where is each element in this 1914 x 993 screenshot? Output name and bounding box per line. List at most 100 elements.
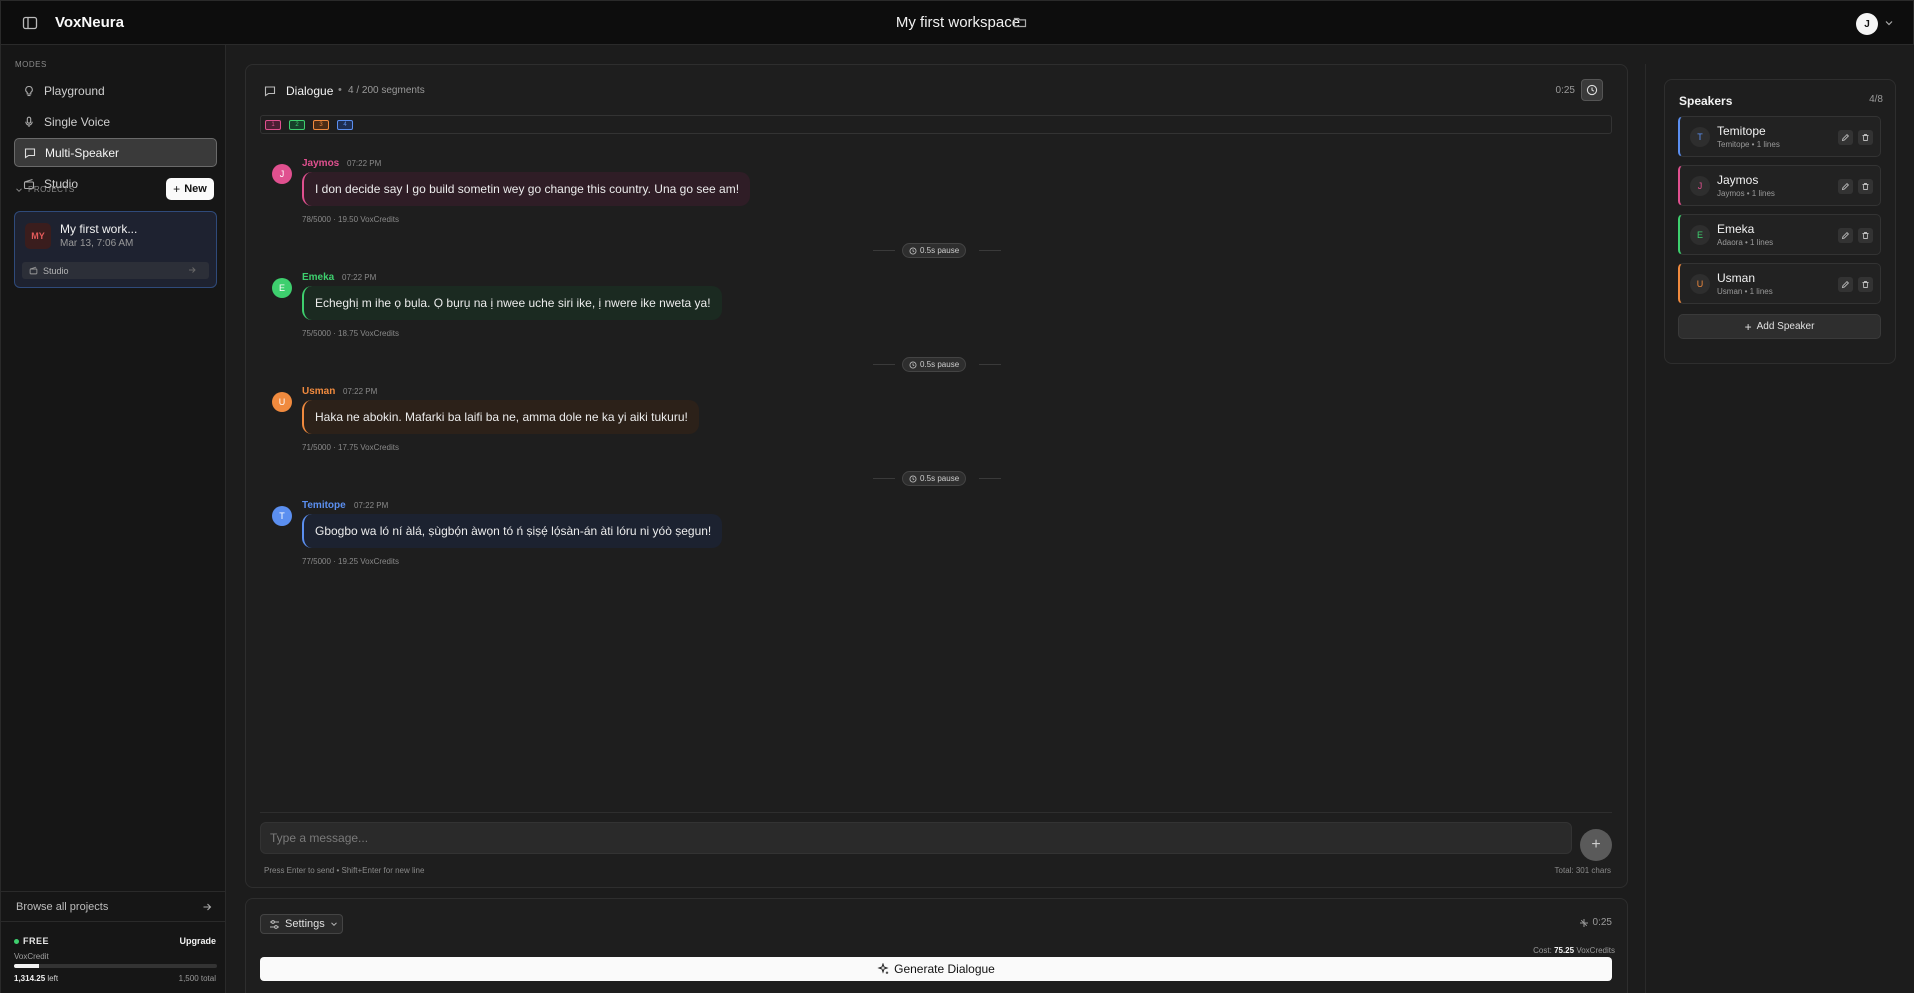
pause-marker[interactable]: 0.5s pause (873, 471, 1001, 486)
workspace-title: My first workspace (1, 14, 1914, 31)
sliders-icon (269, 919, 285, 930)
speaker-card[interactable]: U Usman Usman • 1 lines (1678, 263, 1881, 304)
speaker-card[interactable]: J Jaymos Jaymos • 1 lines (1678, 165, 1881, 206)
message-meta: 78/5000 · 19.50 VoxCredits (302, 215, 399, 224)
segment-count: 4 / 200 segments (348, 85, 425, 96)
message-meta: 71/5000 · 17.75 VoxCredits (302, 443, 399, 452)
credit-progress-fill (14, 964, 40, 968)
projects-label: PROJECTS (28, 185, 75, 194)
timeline-toggle-button[interactable] (1581, 79, 1603, 101)
message-meta: 75/5000 · 18.75 VoxCredits (302, 329, 399, 338)
mode-multi-speaker[interactable]: Multi-Speaker (14, 138, 217, 167)
pause-label: 0.5s pause (920, 246, 960, 255)
new-project-button[interactable]: + New (166, 178, 214, 200)
pause-marker[interactable]: 0.5s pause (873, 357, 1001, 372)
cost-prefix: Cost: (1533, 946, 1555, 955)
edit-speaker-button[interactable] (1838, 277, 1853, 292)
credits-left: 1,314.25 left (14, 974, 58, 983)
edit-speaker-button[interactable] (1838, 130, 1853, 145)
credit-progress-bar (14, 964, 217, 968)
pause-pill[interactable]: 0.5s pause (902, 243, 967, 258)
segment-chip-2[interactable]: 2 (289, 120, 305, 130)
add-speaker-label: Add Speaker (1756, 321, 1815, 332)
microphone-icon (23, 116, 44, 128)
total-chars: Total: 301 chars (1554, 866, 1611, 875)
mode-label: Playground (44, 83, 105, 98)
speaker-card[interactable]: T Temitope Temitope • 1 lines (1678, 116, 1881, 157)
pause-label: 0.5s pause (920, 474, 960, 483)
plan-panel: FREE Upgrade VoxCredit 1,314.25 left 1,5… (1, 921, 226, 993)
divider (873, 364, 895, 365)
delete-speaker-button[interactable] (1858, 130, 1873, 145)
projects-header[interactable]: PROJECTS (15, 185, 75, 194)
segment-chip-1[interactable]: 1 (265, 120, 281, 130)
sparkles-icon (877, 963, 894, 975)
divider (873, 478, 895, 479)
speakers-title: Speakers (1679, 94, 1733, 108)
add-speaker-button[interactable]: + Add Speaker (1678, 314, 1881, 339)
input-hint: Press Enter to send • Shift+Enter for ne… (264, 866, 425, 875)
speaker-avatar: U (1690, 274, 1710, 294)
brand-logo[interactable]: VoxNeura (55, 14, 124, 31)
speaker-name: Temitope (1717, 124, 1766, 138)
pause-marker[interactable]: 0.5s pause (873, 243, 1001, 258)
delete-speaker-button[interactable] (1858, 228, 1873, 243)
generate-dialogue-button[interactable]: Generate Dialogue (260, 957, 1612, 981)
arrow-right-icon (188, 266, 201, 274)
title-separator: • (338, 84, 342, 96)
trash-icon (1861, 231, 1870, 240)
segment-chip-3[interactable]: 3 (313, 120, 329, 130)
speaker-name: Temitope (302, 500, 346, 511)
chat-bubble-icon (24, 147, 45, 159)
settings-label: Settings (285, 918, 325, 930)
credits-total: 1,500 total (178, 974, 216, 983)
speaker-voice-info: Usman • 1 lines (1717, 287, 1773, 296)
message-bubble[interactable]: I don decide say I go build sometin wey … (302, 172, 751, 206)
workspace-title-text: My first workspace (895, 14, 1021, 31)
credits-left-value: 1,314.25 (14, 974, 46, 983)
delete-speaker-button[interactable] (1858, 277, 1873, 292)
project-date: Mar 13, 7:06 AM (60, 238, 134, 249)
browse-all-projects[interactable]: Browse all projects (1, 891, 226, 921)
pause-pill[interactable]: 0.5s pause (902, 471, 967, 486)
speaker-voice-info: Jaymos • 1 lines (1717, 189, 1775, 198)
sidebar: MODES Playground Single Voice Multi-Spea… (0, 45, 226, 993)
add-message-button[interactable]: + (1580, 829, 1612, 861)
segment-chip-4[interactable]: 4 (337, 120, 353, 130)
user-avatar[interactable]: J (1856, 13, 1878, 35)
pencil-icon (1841, 182, 1850, 191)
project-mode-tag[interactable]: Studio (22, 262, 209, 279)
segment-timeline[interactable]: 1 2 3 4 (260, 115, 1612, 134)
delete-speaker-button[interactable] (1858, 179, 1873, 194)
mode-single-voice[interactable]: Single Voice (14, 107, 217, 136)
message-bubble[interactable]: Haka ne abokin. Mafarki ba laifi ba ne, … (302, 400, 699, 434)
project-card[interactable]: MY My first work... Mar 13, 7:06 AM Stud… (14, 211, 217, 288)
settings-dropdown[interactable]: Settings (260, 914, 343, 934)
message-time: 07:22 PM (354, 501, 389, 510)
dialogue-panel: Dialogue • 4 / 200 segments 0:25 1 2 3 4… (245, 64, 1628, 888)
message-bubble[interactable]: Gbogbo wa ló ní àlá, ṣùgbọ́n àwọn tó ń ṣ… (302, 514, 723, 548)
trash-icon (1861, 133, 1870, 142)
speaker-name: Emeka (302, 272, 335, 283)
upgrade-link[interactable]: Upgrade (179, 936, 216, 946)
mode-playground[interactable]: Playground (14, 76, 217, 105)
plan-tier-label: FREE (23, 936, 50, 946)
pause-pill[interactable]: 0.5s pause (902, 357, 967, 372)
message-input[interactable] (260, 822, 1572, 854)
sidebar-toggle-icon[interactable] (22, 15, 38, 31)
edit-speaker-button[interactable] (1838, 179, 1853, 194)
edit-speaker-button[interactable] (1838, 228, 1853, 243)
chevron-down-icon (15, 186, 28, 194)
credit-label: VoxCredit (14, 952, 49, 961)
message-bubble[interactable]: Echeghị m ihe ọ bụla. Ọ bụrụ na ị nwee u… (302, 286, 722, 320)
chevron-down-icon[interactable] (1884, 18, 1894, 28)
pencil-icon (1841, 280, 1850, 289)
speaker-card[interactable]: E Emeka Adaora • 1 lines (1678, 214, 1881, 255)
speaker-avatar: T (272, 506, 292, 526)
speaker-avatar: J (272, 164, 292, 184)
speaker-avatar: U (272, 392, 292, 412)
divider (979, 364, 1001, 365)
new-button-label: New (184, 183, 207, 195)
folder-icon[interactable] (1013, 15, 1027, 29)
pencil-icon (1841, 133, 1850, 142)
